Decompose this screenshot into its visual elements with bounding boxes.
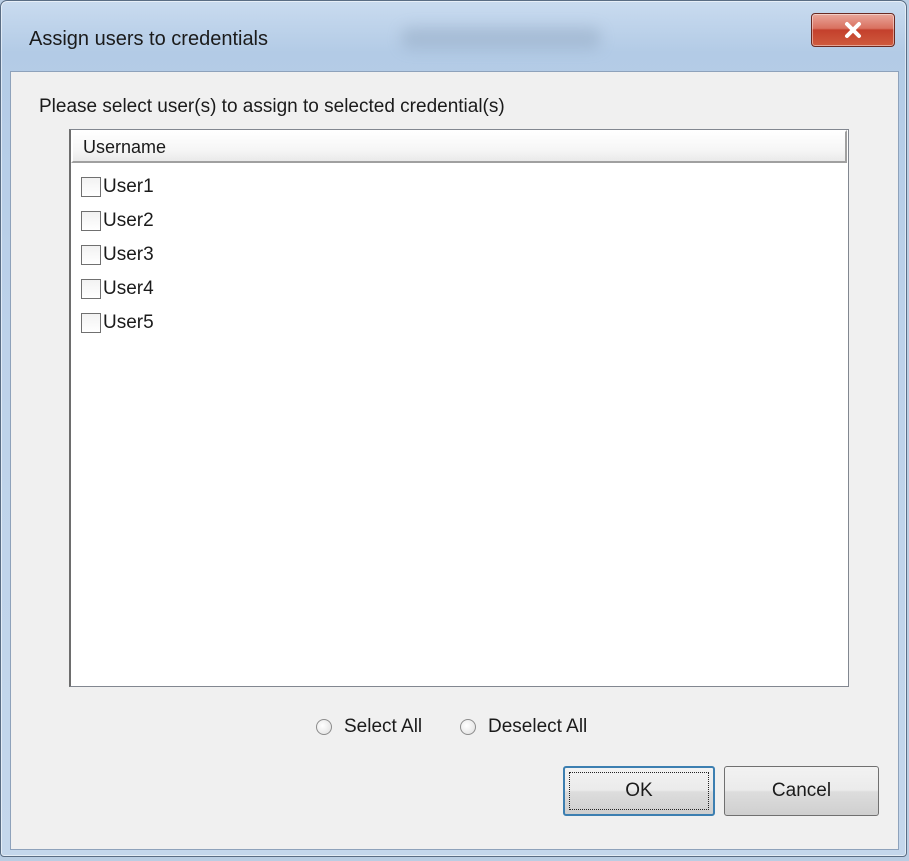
select-all-radio[interactable]: Select All bbox=[316, 716, 422, 738]
deselect-all-label: Deselect All bbox=[488, 716, 588, 737]
close-button[interactable] bbox=[811, 13, 895, 47]
instruction-text: Please select user(s) to assign to selec… bbox=[39, 96, 505, 117]
user-label: User2 bbox=[103, 210, 154, 231]
user-label: User4 bbox=[103, 278, 154, 299]
window-title: Assign users to credentials bbox=[29, 28, 269, 50]
focus-rectangle bbox=[569, 772, 709, 810]
user-checkbox[interactable] bbox=[81, 211, 101, 231]
list-item[interactable]: User1 bbox=[81, 172, 154, 202]
list-item[interactable]: User4 bbox=[81, 274, 154, 304]
title-bar[interactable]: Assign users to credentials bbox=[1, 1, 906, 81]
select-all-label: Select All bbox=[344, 716, 423, 737]
list-item[interactable]: User3 bbox=[81, 240, 154, 270]
user-label: User5 bbox=[103, 312, 154, 333]
cancel-button-label: Cancel bbox=[771, 780, 832, 801]
user-checkbox[interactable] bbox=[81, 279, 101, 299]
list-item[interactable]: User5 bbox=[81, 308, 154, 338]
user-checkbox[interactable] bbox=[81, 177, 101, 197]
deselect-all-radio-circle[interactable] bbox=[460, 719, 476, 735]
user-checkbox[interactable] bbox=[81, 245, 101, 265]
list-item[interactable]: User2 bbox=[81, 206, 154, 236]
close-icon bbox=[845, 22, 861, 38]
blurred-background-title bbox=[401, 27, 601, 49]
user-label: User1 bbox=[103, 176, 154, 197]
column-header-username[interactable]: Username bbox=[71, 130, 847, 163]
user-list[interactable]: Username User1 User2 User3 User4 User5 bbox=[69, 129, 849, 687]
select-all-radio-circle[interactable] bbox=[316, 719, 332, 735]
deselect-all-radio[interactable]: Deselect All bbox=[460, 716, 587, 738]
user-checkbox[interactable] bbox=[81, 313, 101, 333]
column-header-label: Username bbox=[83, 137, 167, 157]
ok-button[interactable]: OK bbox=[563, 766, 715, 816]
cancel-button[interactable]: Cancel bbox=[724, 766, 879, 816]
dialog-window: Assign users to credentials Please selec… bbox=[0, 0, 907, 857]
user-label: User3 bbox=[103, 244, 154, 265]
